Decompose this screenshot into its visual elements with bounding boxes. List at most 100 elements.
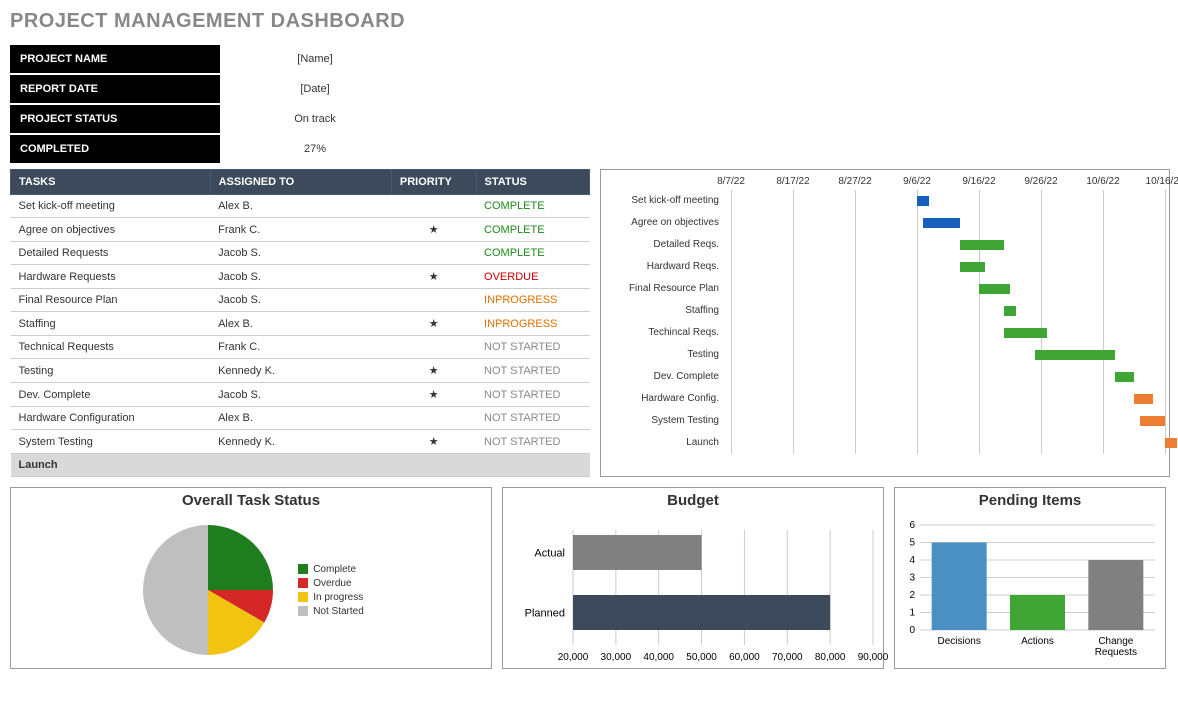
pending-bar — [1088, 560, 1143, 630]
task-priority: ★ — [391, 312, 476, 336]
gantt-date-label: 9/6/22 — [903, 176, 931, 187]
budget-bar — [573, 535, 702, 570]
gantt-bar — [1004, 306, 1016, 316]
gantt-row-label: Final Resource Plan — [605, 278, 725, 300]
table-row: Detailed RequestsJacob S.COMPLETE — [11, 242, 590, 265]
axis-tick: 40,000 — [643, 652, 674, 663]
table-row: Hardware RequestsJacob S.★OVERDUE — [11, 265, 590, 289]
task-priority — [391, 289, 476, 312]
gantt-row-label: Techincal Reqs. — [605, 322, 725, 344]
gantt-bar — [960, 262, 985, 272]
pending-title: Pending Items — [895, 492, 1165, 509]
gantt-bar — [1165, 438, 1177, 448]
pie-slice — [143, 525, 208, 655]
gantt-row-label: Dev. Complete — [605, 366, 725, 388]
pie-graphic — [138, 520, 278, 660]
gantt-bar — [917, 196, 929, 206]
task-assigned: Alex B. — [210, 407, 391, 430]
task-status: INPROGRESS — [476, 312, 589, 336]
gantt-date-label: 9/26/22 — [1024, 176, 1057, 187]
budget-title: Budget — [503, 492, 883, 509]
axis-tick: 50,000 — [686, 652, 717, 663]
th-assigned: ASSIGNED TO — [210, 170, 391, 195]
task-status: COMPLETE — [476, 242, 589, 265]
gantt-bar — [1134, 394, 1153, 404]
task-priority — [391, 242, 476, 265]
gantt-row-label: Staffing — [605, 300, 725, 322]
axis-tick: 1 — [909, 608, 915, 619]
task-status: NOT STARTED — [476, 336, 589, 359]
label-project-name: PROJECT NAME — [10, 45, 220, 73]
task-name: Staffing — [11, 312, 211, 336]
axis-tick: 30,000 — [601, 652, 632, 663]
gantt-bar — [1140, 416, 1165, 426]
gantt-bar — [1004, 328, 1047, 338]
gantt-bar — [1035, 350, 1116, 360]
budget-category: Actual — [534, 548, 565, 560]
pending-category: Decisions — [937, 636, 980, 647]
gantt-row-label: Hardward Reqs. — [605, 256, 725, 278]
task-assigned: Jacob S. — [210, 289, 391, 312]
task-status: OVERDUE — [476, 265, 589, 289]
task-status: NOT STARTED — [476, 359, 589, 383]
table-row: Set kick-off meetingAlex B.COMPLETE — [11, 195, 590, 218]
legend-item: Overdue — [298, 578, 364, 589]
task-name: Dev. Complete — [11, 383, 211, 407]
axis-tick: 4 — [909, 555, 915, 566]
table-row: Agree on objectivesFrank C.★COMPLETE — [11, 218, 590, 242]
task-assigned: Frank C. — [210, 336, 391, 359]
task-name: Final Resource Plan — [11, 289, 211, 312]
th-priority: PRIORITY — [391, 170, 476, 195]
overall-title: Overall Task Status — [11, 492, 491, 509]
axis-tick: 90,000 — [858, 652, 889, 663]
info-panel: PROJECT NAME [Name] REPORT DATE [Date] P… — [10, 45, 1178, 163]
table-row: System TestingKennedy K.★NOT STARTED — [11, 430, 590, 454]
task-priority: ★ — [391, 359, 476, 383]
task-name: Agree on objectives — [11, 218, 211, 242]
task-name: Hardware Requests — [11, 265, 211, 289]
task-name: System Testing — [11, 430, 211, 454]
gantt-bar — [960, 240, 1003, 250]
axis-tick: 6 — [909, 520, 915, 531]
task-name: Set kick-off meeting — [11, 195, 211, 218]
budget-chart: Budget 20,00030,00040,00050,00060,00070,… — [502, 487, 884, 669]
gantt-chart: 8/7/228/17/228/27/229/6/229/16/229/26/22… — [600, 169, 1170, 477]
gantt-row-label: Launch — [605, 432, 725, 454]
task-assigned: Jacob S. — [210, 383, 391, 407]
legend-item: In progress — [298, 592, 364, 603]
axis-tick: 70,000 — [772, 652, 803, 663]
overall-task-status-chart: Overall Task Status Complete Overdue In pr… — [10, 487, 492, 669]
table-row: Hardware ConfigurationAlex B. NOT STARTED — [11, 407, 590, 430]
table-row: StaffingAlex B.★INPROGRESS — [11, 312, 590, 336]
task-assigned: Kennedy K. — [210, 430, 391, 454]
axis-tick: 3 — [909, 573, 915, 584]
gantt-date-label: 8/17/22 — [776, 176, 809, 187]
task-assigned: Jacob S. — [210, 242, 391, 265]
table-row: TestingKennedy K.★NOT STARTED — [11, 359, 590, 383]
task-priority — [391, 407, 476, 430]
legend-item: Complete — [298, 564, 364, 575]
gantt-date-label: 8/27/22 — [838, 176, 871, 187]
gantt-row-label: Set kick-off meeting — [605, 190, 725, 212]
gantt-row-label: Hardware Config. — [605, 388, 725, 410]
gantt-bar — [1115, 372, 1134, 382]
page-title: PROJECT MANAGEMENT DASHBOARD — [10, 10, 1178, 33]
task-assigned: Frank C. — [210, 218, 391, 242]
task-name: Hardware Configuration — [11, 407, 211, 430]
task-priority: ★ — [391, 265, 476, 289]
axis-tick: 60,000 — [729, 652, 760, 663]
pie-legend: Complete Overdue In progress Not Started — [298, 561, 364, 620]
gantt-date-label: 10/16/22 — [1146, 176, 1178, 187]
pending-category: Change — [1098, 636, 1133, 647]
task-status: NOT STARTED — [476, 430, 589, 454]
budget-graphic: 20,00030,00040,00050,00060,00070,00080,0… — [503, 515, 883, 665]
task-name: Technical Requests — [11, 336, 211, 359]
th-status: STATUS — [476, 170, 589, 195]
task-assigned: Alex B. — [210, 312, 391, 336]
gantt-row-label: Detailed Reqs. — [605, 234, 725, 256]
gantt-row-label: Agree on objectives — [605, 212, 725, 234]
legend-item: Not Started — [298, 606, 364, 617]
task-name: Testing — [11, 359, 211, 383]
task-assigned: Alex B. — [210, 195, 391, 218]
task-status: NOT STARTED — [476, 407, 589, 430]
